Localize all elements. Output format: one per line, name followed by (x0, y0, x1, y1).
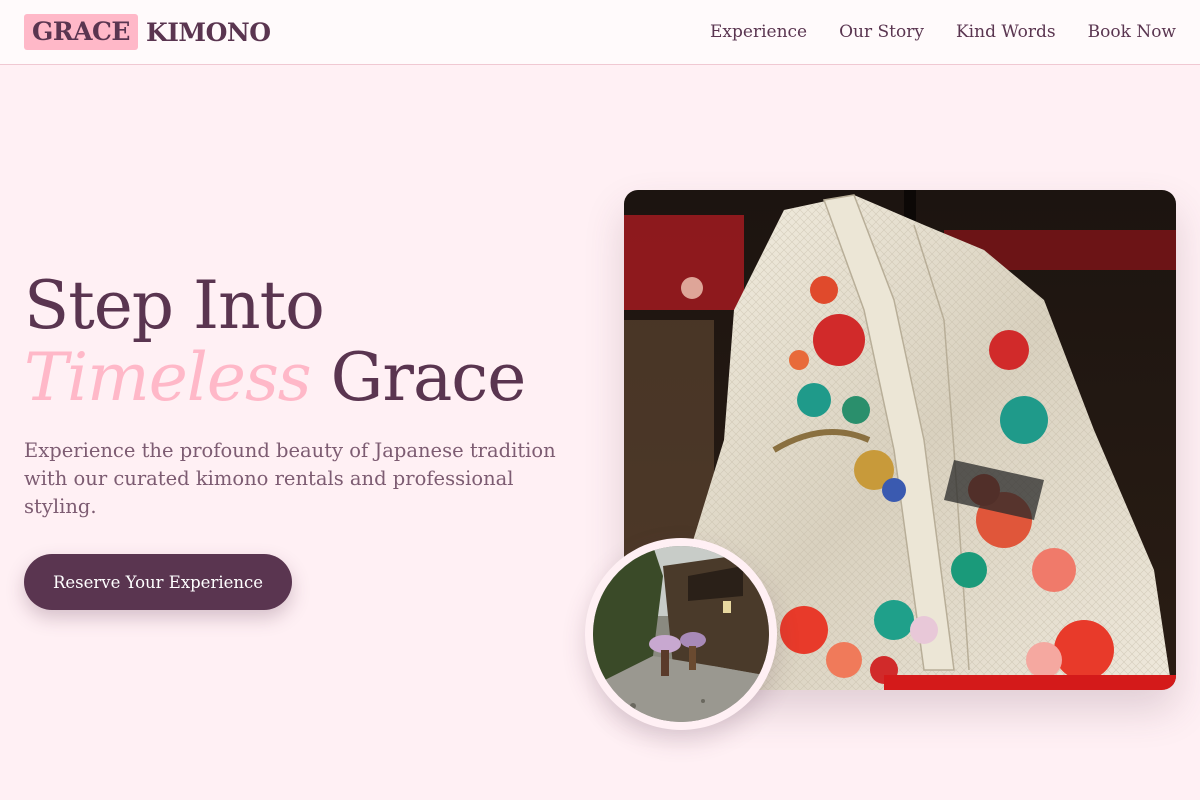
nav-link-kind-words[interactable]: Kind Words (956, 22, 1056, 42)
main-nav: Experience Our Story Kind Words Book Now (710, 22, 1176, 42)
street-image-frame (585, 538, 777, 730)
logo-highlight: GRACE (24, 14, 138, 50)
hero-title: Step Into Timeless Grace (24, 267, 527, 416)
logo[interactable]: GRACE KIMONO (24, 14, 271, 50)
nav-link-experience[interactable]: Experience (710, 22, 807, 42)
reserve-button[interactable]: Reserve Your Experience (24, 554, 292, 610)
hero-description: Experience the profound beauty of Japane… (24, 439, 556, 518)
hero-title-accent: Timeless (24, 339, 312, 416)
nav-link-book-now[interactable]: Book Now (1088, 22, 1176, 42)
hero-title-line1: Step Into (24, 267, 325, 344)
site-header: GRACE KIMONO Experience Our Story Kind W… (0, 0, 1200, 65)
logo-text: KIMONO (145, 17, 271, 47)
nav-link-our-story[interactable]: Our Story (839, 22, 924, 42)
hero-title-line2: Grace (330, 339, 527, 416)
street-image (593, 546, 769, 722)
